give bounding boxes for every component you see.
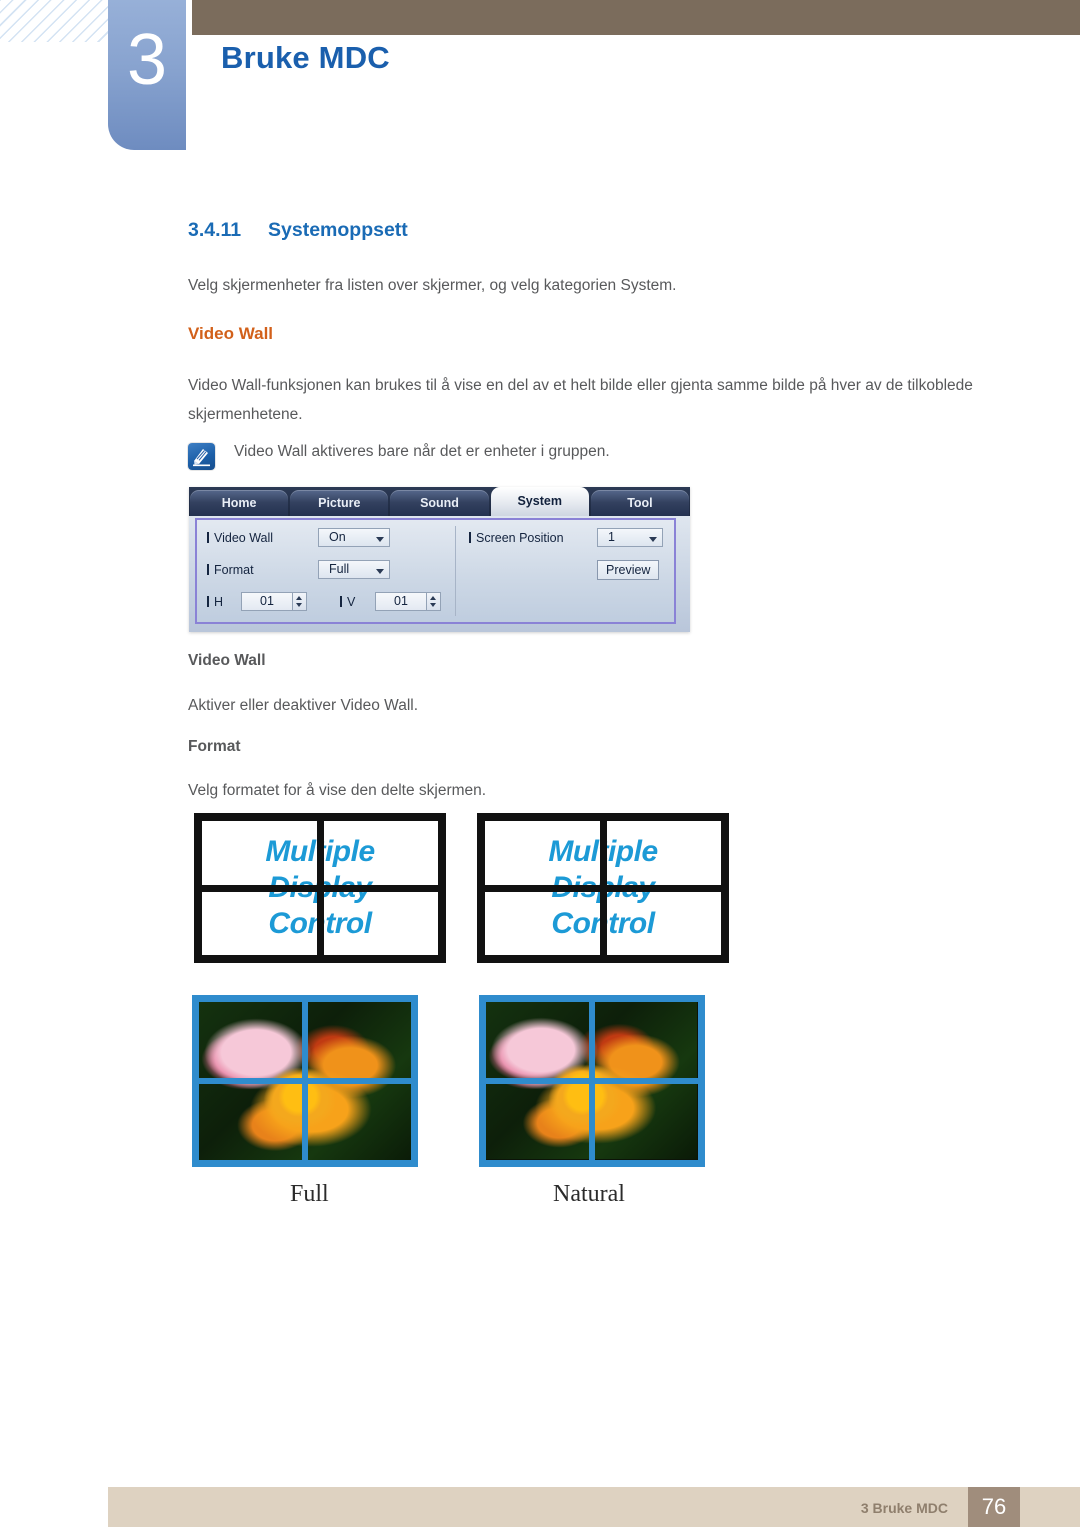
photo-cell [486,1084,589,1160]
wall-diagram-full: Multiple Display Control [194,813,446,963]
screen-position-dropdown[interactable]: 1 [597,528,663,547]
flower-image [595,1002,697,1078]
footer-page-number: 76 [968,1487,1020,1527]
horizontal-count-label: H [207,595,223,609]
screen-position-value: 1 [608,530,615,544]
chapter-title: Bruke MDC [221,40,390,75]
section-heading: 3.4.11 Systemoppsett [188,219,408,242]
video-wall-description: Video Wall-funksjonen kan brukes til å v… [188,377,973,423]
horizontal-count-stepper[interactable] [292,592,307,611]
photo-cell [486,1002,589,1078]
photo-cell [595,1084,698,1160]
format-setting-label: Format [207,563,254,577]
flower-image [486,1084,589,1159]
mdc-tab-bar: Home Picture Sound System Tool [189,487,690,516]
note-block: Video Wall aktiveres bare når det er enh… [188,441,988,470]
tab-sound[interactable]: Sound [390,490,489,516]
flower-image [199,1084,302,1160]
section-intro-paragraph: Velg skjermenheter fra listen over skjer… [188,277,677,294]
wall-horizontal-bezel [485,884,721,892]
chevron-down-icon [376,537,384,542]
flower-image [308,1002,411,1078]
photo-cell [595,1002,698,1078]
stepper-down-icon [430,603,436,607]
video-wall-dropdown-value: On [329,530,346,544]
tab-tool[interactable]: Tool [590,490,690,516]
format-dropdown-value: Full [329,562,350,576]
video-wall-heading: Video Wall [188,324,274,343]
format-desc-title: Format [188,738,241,755]
caption-natural: Natural [553,1181,625,1207]
video-wall-dropdown[interactable]: On [318,528,390,547]
photo-cell [199,1084,302,1160]
flower-image [308,1084,411,1160]
flower-image [595,1084,697,1159]
video-wall-desc-text: Aktiver eller deaktiver Video Wall. [188,697,419,714]
format-example-natural [479,995,705,1167]
column-divider [455,526,456,616]
footer-chapter-label: 3 Bruke MDC [860,1500,948,1516]
screen-position-label: Screen Position [469,531,564,545]
chapter-number: 3 [108,0,186,150]
stepper-down-icon [296,603,302,607]
mdc-panel-screenshot: Home Picture Sound System Tool Video Wal… [189,487,690,632]
vertical-count-stepper[interactable] [426,592,441,611]
section-title: Systemoppsett [268,219,408,241]
chevron-down-icon [376,569,384,574]
vertical-count-label: V [340,595,355,609]
format-desc-text: Velg formatet for å vise den delte skjer… [188,782,487,799]
photo-cell [199,1002,302,1078]
photo-grid-natural [486,1002,698,1160]
note-pen-icon [188,443,215,470]
photo-cell [308,1002,411,1078]
flower-image [199,1002,302,1078]
horizontal-count-input[interactable]: 01 [241,592,293,611]
tab-system[interactable]: System [490,487,589,516]
video-wall-desc-title: Video Wall [188,652,266,669]
mdc-panel-body: Video Wall On Format Full H 01 V 01 Scre… [189,516,690,632]
vertical-count-input[interactable]: 01 [375,592,427,611]
format-example-full [192,995,418,1167]
stepper-up-icon [296,596,302,600]
preview-button[interactable]: Preview [597,560,660,580]
mdc-settings-frame: Video Wall On Format Full H 01 V 01 Scre… [195,518,676,624]
wall-horizontal-bezel [202,884,438,892]
flower-image [486,1002,589,1078]
photo-cell [308,1084,411,1160]
note-text: Video Wall aktiveres bare når det er enh… [234,443,610,460]
format-dropdown[interactable]: Full [318,560,390,579]
photo-grid-full [199,1002,411,1160]
video-wall-setting-label: Video Wall [207,531,273,545]
wall-diagram-natural: Multiple Display Control [477,813,729,963]
tab-picture[interactable]: Picture [290,490,389,516]
section-number: 3.4.11 [188,219,242,241]
tab-home[interactable]: Home [190,490,289,516]
chevron-down-icon [649,537,657,542]
header-brown-bar [192,0,1080,35]
stepper-up-icon [430,596,436,600]
caption-full: Full [290,1181,329,1207]
